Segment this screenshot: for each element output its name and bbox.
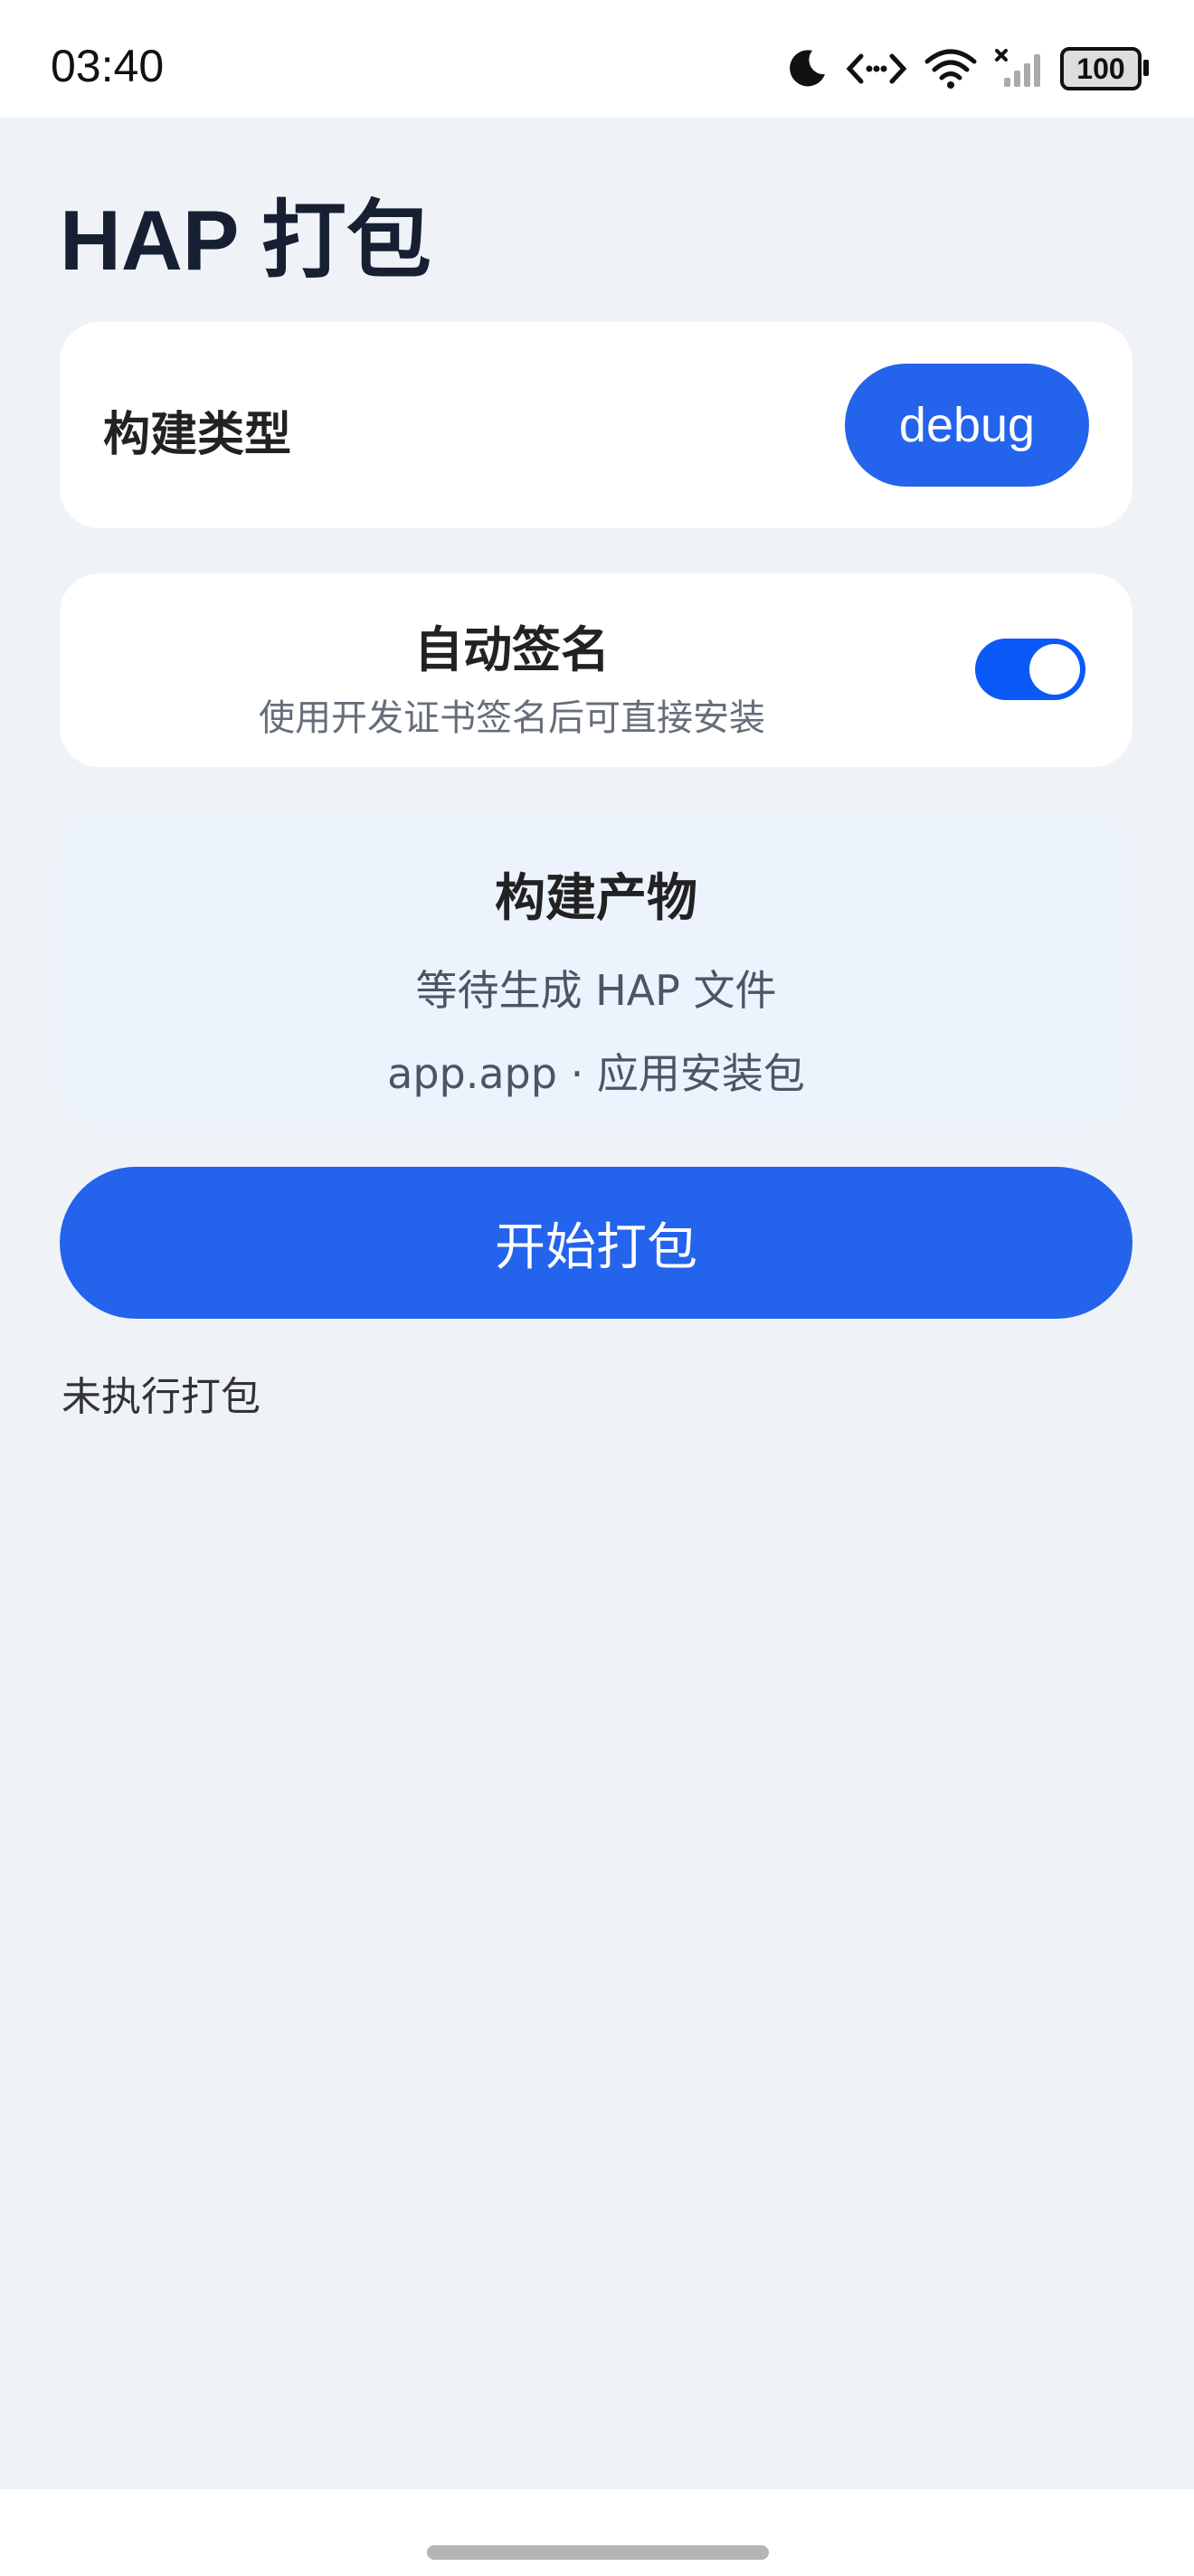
packaging-status-text: 未执行打包 xyxy=(62,1374,261,1420)
status-icons: 100 xyxy=(785,40,1149,98)
wifi-icon xyxy=(924,47,977,90)
status-time: 03:40 xyxy=(51,41,165,91)
signal-icon xyxy=(993,47,1044,90)
auto-sign-title: 自动签名 xyxy=(414,621,610,678)
build-type-button[interactable]: debug xyxy=(845,364,1089,487)
start-packaging-button[interactable]: 开始打包 xyxy=(60,1167,1132,1319)
artifact-package: app.app · 应用安装包 xyxy=(387,1049,805,1098)
build-type-card: 构建类型 debug xyxy=(60,322,1132,528)
auto-sign-subtitle: 使用开发证书签名后可直接安装 xyxy=(259,697,765,739)
toggle-knob xyxy=(1029,644,1080,695)
battery-icon: 100 xyxy=(1060,47,1149,90)
code-arrows-icon xyxy=(845,47,908,90)
auto-sign-card: 自动签名 使用开发证书签名后可直接安装 xyxy=(60,573,1132,767)
artifact-status: 等待生成 HAP 文件 xyxy=(415,966,777,1015)
page-title: HAP 打包 xyxy=(60,193,431,288)
auto-sign-text: 自动签名 使用开发证书签名后可直接安装 xyxy=(60,610,964,741)
auto-sign-toggle[interactable] xyxy=(975,639,1085,700)
artifact-title: 构建产物 xyxy=(495,869,697,928)
status-bar: 03:40 100 xyxy=(0,0,1194,118)
artifact-card: 构建产物 等待生成 HAP 文件 app.app · 应用安装包 xyxy=(60,814,1132,1123)
battery-level: 100 xyxy=(1076,52,1125,85)
build-type-label: 构建类型 xyxy=(103,408,292,462)
bottom-bar xyxy=(0,2489,1194,2576)
moon-icon xyxy=(785,47,829,90)
home-indicator[interactable] xyxy=(427,2545,769,2560)
